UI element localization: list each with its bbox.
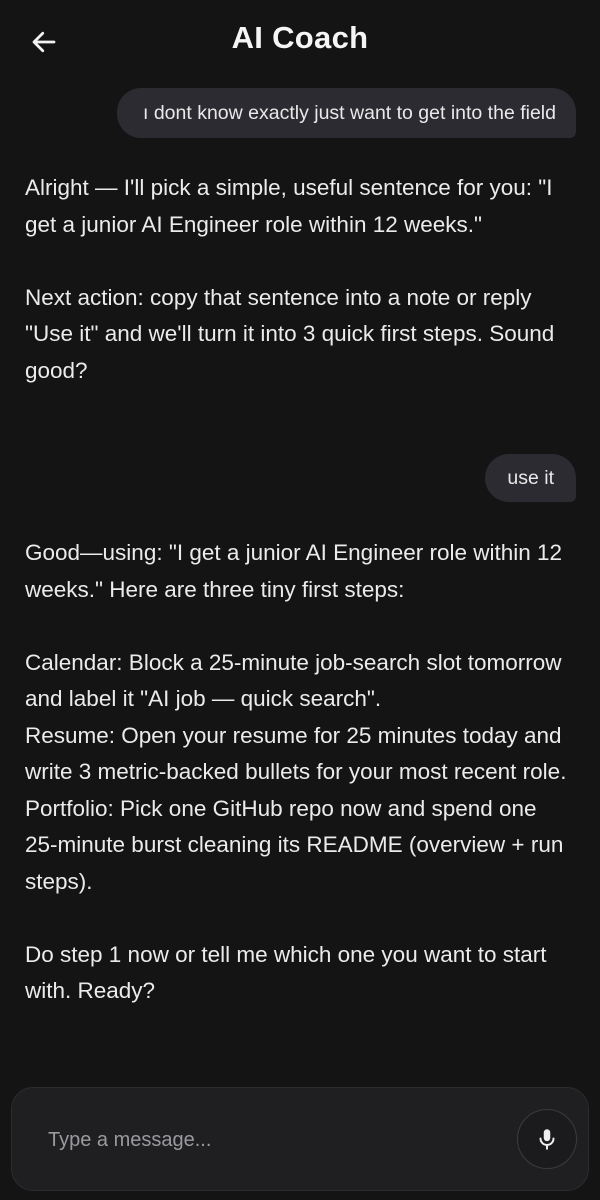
message-composer xyxy=(11,1087,589,1191)
assistant-paragraph: Good—using: "I get a junior AI Engineer … xyxy=(25,540,563,602)
step-calendar: Calendar: Block a 25-minute job-search s… xyxy=(25,649,562,712)
mic-button[interactable] xyxy=(517,1109,577,1169)
user-message-text: use it xyxy=(507,467,554,489)
app-header: AI Coach xyxy=(0,0,600,84)
assistant-paragraph: Next action: copy that sentence into a n… xyxy=(25,284,555,383)
step-portfolio: Portfolio: Pick one GitHub repo now and … xyxy=(25,795,564,894)
user-message-text: ı dont know exactly just want to get int… xyxy=(143,102,556,124)
steps-list: Calendar: Block a 25-minute job-search s… xyxy=(25,645,570,901)
assistant-paragraph: Do step 1 now or tell me which one you w… xyxy=(25,941,547,1004)
microphone-icon xyxy=(539,1129,555,1150)
assistant-message: Good—using: "I get a junior AI Engineer … xyxy=(25,535,570,1010)
user-message: ı dont know exactly just want to get int… xyxy=(117,88,576,138)
user-message: use it xyxy=(485,454,576,502)
assistant-paragraph: Alright — I'll pick a simple, useful sen… xyxy=(25,175,553,237)
assistant-message: Alright — I'll pick a simple, useful sen… xyxy=(25,170,570,389)
page-title: AI Coach xyxy=(231,20,369,55)
message-input[interactable] xyxy=(48,1124,488,1156)
step-resume: Resume: Open your resume for 25 minutes … xyxy=(25,722,567,785)
